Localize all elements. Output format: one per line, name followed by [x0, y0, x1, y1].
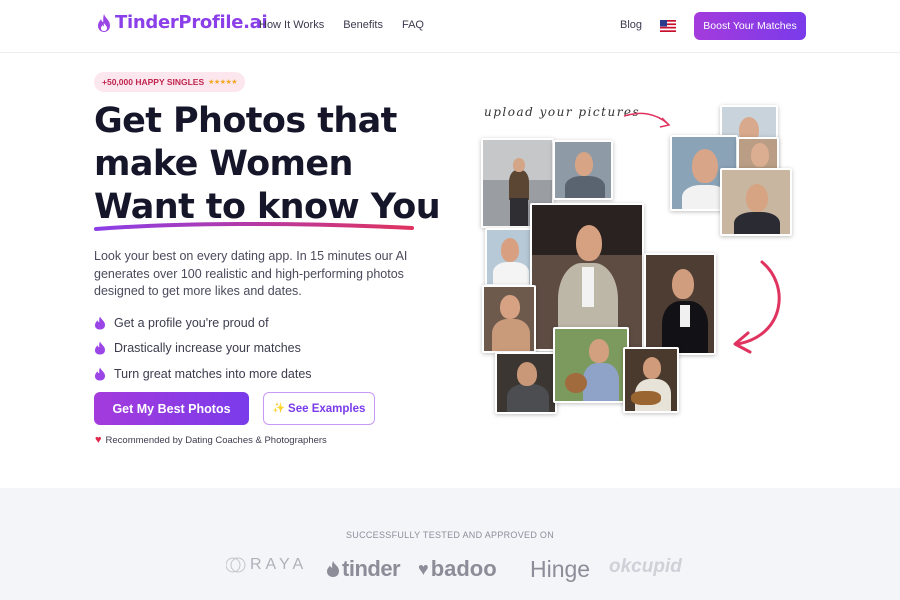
generated-photo: [644, 253, 716, 355]
nav-link-faq[interactable]: FAQ: [402, 19, 424, 31]
logo-text: TinderProfile.ai: [115, 12, 268, 33]
flame-bullet-icon: [95, 367, 105, 381]
tinder-logo: tinder: [326, 556, 401, 582]
nav-links: How It Works Benefits FAQ: [259, 19, 424, 31]
badoo-heart-icon: ♥: [418, 558, 429, 579]
boost-matches-button[interactable]: Boost Your Matches: [694, 12, 806, 40]
see-examples-label: See Examples: [288, 402, 366, 415]
heart-icon: ♥: [95, 434, 102, 446]
headline-line-3-wrap: Want to know You: [94, 186, 441, 231]
top-navbar: TinderProfile.ai How It Works Benefits F…: [0, 0, 900, 53]
sparkle-icon: ✨: [272, 403, 286, 414]
flame-logo-icon: [98, 13, 110, 32]
see-examples-button[interactable]: ✨ See Examples: [263, 392, 375, 425]
recommendation-text: Recommended by Dating Coaches & Photogra…: [105, 434, 327, 446]
arrow-curve-icon: [736, 260, 781, 346]
headline-line-1: Get Photos that: [94, 101, 397, 141]
okcupid-logo: okcupid: [609, 556, 682, 578]
flame-bullet-icon: [95, 316, 105, 330]
badoo-text: badoo: [430, 556, 497, 581]
upload-pictures-note: upload your pictures: [484, 105, 641, 119]
trust-title: SUCCESSFULLY TESTED AND APPROVED ON: [345, 530, 555, 540]
recommendation-note: ♥ Recommended by Dating Coaches & Photog…: [95, 434, 327, 446]
raya-text: RAYA: [250, 556, 308, 573]
generated-photo: [553, 140, 613, 200]
trust-section: [0, 488, 900, 600]
raya-logo: RAYA: [226, 556, 307, 574]
rating-stars-icon: ★★★★★: [208, 79, 238, 86]
generated-photo: [482, 285, 536, 353]
nav-link-benefits[interactable]: Benefits: [343, 19, 383, 31]
headline-underline-decoration: [94, 221, 414, 231]
badge-text: +50,000 HAPPY SINGLES: [102, 77, 205, 87]
raya-circle-icon: [226, 557, 246, 573]
hero-headline: Get Photos that make Women Want to know …: [94, 100, 441, 231]
feature-item: Drastically increase your matches: [94, 336, 312, 362]
generated-photo: [495, 352, 557, 414]
hinge-text: Hinge: [530, 556, 591, 582]
logo[interactable]: TinderProfile.ai: [96, 12, 268, 33]
flame-bullet-icon: [95, 341, 105, 355]
feature-text: Turn great matches into more dates: [114, 366, 312, 381]
uploaded-photo: [720, 168, 792, 236]
generated-photo: [485, 228, 533, 286]
hinge-logo: Hinge: [530, 556, 590, 583]
uploaded-photo: [737, 137, 779, 171]
feature-item: Turn great matches into more dates: [94, 361, 312, 387]
feature-text: Get a profile you're proud of: [114, 315, 269, 330]
nav-link-blog[interactable]: Blog: [620, 19, 642, 31]
headline-line-2: make Women: [94, 144, 353, 184]
social-proof-badge: +50,000 HAPPY SINGLES ★★★★★: [94, 72, 246, 92]
feature-item: Get a profile you're proud of: [94, 310, 312, 336]
feature-text: Drastically increase your matches: [114, 341, 301, 356]
nav-link-how-it-works[interactable]: How It Works: [259, 19, 324, 31]
get-best-photos-button[interactable]: Get My Best Photos: [94, 392, 249, 425]
badoo-logo: ♥ badoo: [418, 556, 497, 582]
tinder-flame-icon: [327, 561, 339, 577]
us-flag-icon[interactable]: [660, 20, 676, 32]
tinder-text: tinder: [342, 556, 401, 581]
hero-description: Look your best on every dating app. In 1…: [94, 249, 408, 298]
feature-list: Get a profile you're proud of Drasticall…: [94, 310, 312, 387]
okcupid-text: okcupid: [609, 556, 682, 577]
generated-photo: [623, 347, 679, 413]
generated-photo: [553, 327, 629, 403]
